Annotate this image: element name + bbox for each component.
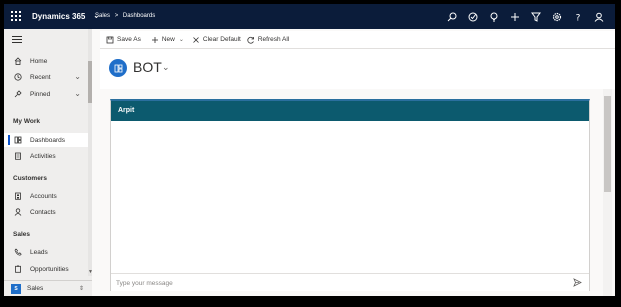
breadcrumb-page[interactable]: Dashboards <box>123 13 155 19</box>
save-as-button[interactable]: Save As <box>106 36 141 44</box>
refresh-all-label: Refresh All <box>257 36 290 43</box>
chevron-down-icon[interactable]: ⌄ <box>74 89 81 98</box>
clear-default-button[interactable]: Clear Default <box>192 36 241 44</box>
sidebar-item-home[interactable]: Home <box>4 54 88 68</box>
user-icon[interactable] <box>592 9 605 24</box>
chevron-down-icon[interactable]: ⌄ <box>179 36 184 43</box>
help-icon[interactable]: ? <box>571 9 584 24</box>
svg-text:?: ? <box>575 13 580 22</box>
pin-icon <box>12 90 24 98</box>
app-name[interactable]: Dynamics 365 <box>32 12 85 21</box>
sidebar-item-activities[interactable]: Activities <box>4 149 88 163</box>
breadcrumb-separator: > <box>114 13 119 19</box>
phone-icon <box>12 248 24 256</box>
sidebar-item-contacts[interactable]: Contacts <box>4 205 88 219</box>
clipboard-icon <box>12 265 24 273</box>
sidebar-item-label: Leads <box>30 248 48 256</box>
refresh-all-button[interactable]: Refresh All <box>247 36 289 44</box>
dashboard-icon <box>12 136 24 144</box>
message-input[interactable] <box>116 277 556 289</box>
save-as-label: Save As <box>117 36 141 43</box>
main-scrollbar-thumb[interactable] <box>604 96 611 192</box>
sidebar-item-dashboards[interactable]: Dashboards <box>4 133 88 147</box>
top-navigation-bar: Dynamics 365 ⌄ Sales > Dashboards ? <box>4 4 615 29</box>
sidebar-item-label: Contacts <box>30 208 56 216</box>
clear-default-label: Clear Default <box>202 36 241 43</box>
hamburger-menu-icon[interactable] <box>12 36 22 44</box>
sidebar-item-label: Activities <box>30 152 56 160</box>
search-icon[interactable] <box>445 9 458 24</box>
home-icon <box>12 57 24 65</box>
settings-icon[interactable] <box>550 9 563 24</box>
command-bar: Save As New ⌄ Clear Default Refresh All <box>100 31 615 49</box>
sidebar-item-label: Pinned <box>30 90 51 98</box>
person-icon <box>12 208 24 216</box>
breadcrumb-area[interactable]: Sales <box>95 13 110 19</box>
app-launcher-icon[interactable] <box>10 10 23 23</box>
sidebar-item-leads[interactable]: Leads <box>4 245 88 259</box>
message-bar <box>111 273 589 291</box>
dashboard-content: Arpit <box>100 89 603 296</box>
dashboard-title[interactable]: BOT <box>133 59 162 75</box>
sidebar-item-label: Accounts <box>30 192 57 200</box>
dashboard-header: BOT ⌄ <box>100 49 615 89</box>
sidebar-item-opportunities[interactable]: Opportunities <box>4 262 88 276</box>
sidebar-item-recent[interactable]: Recent ⌄ <box>4 70 88 84</box>
dynamics-app-window: Dynamics 365 ⌄ Sales > Dashboards ? Home… <box>4 4 615 296</box>
filter-icon[interactable] <box>529 9 542 24</box>
sidebar-item-pinned[interactable]: Pinned ⌄ <box>4 87 88 101</box>
activities-icon <box>12 152 24 160</box>
save-icon <box>106 36 114 43</box>
sidebar-item-label: Opportunities <box>30 265 69 273</box>
breadcrumb: Sales > Dashboards <box>95 13 158 19</box>
building-icon <box>12 192 24 200</box>
sidebar-item-accounts[interactable]: Accounts <box>4 189 88 203</box>
sidebar-scrollbar-thumb[interactable] <box>88 61 92 103</box>
top-toolbar: ? <box>445 9 605 24</box>
new-button[interactable]: New ⌄ <box>151 36 184 44</box>
task-icon[interactable] <box>466 9 479 24</box>
chevron-down-icon[interactable]: ⌄ <box>74 72 81 81</box>
sidebar-section-customers: Customers <box>13 175 47 182</box>
sidebar-item-label: Dashboards <box>30 136 66 144</box>
chat-transcript <box>111 121 589 271</box>
area-label: Sales <box>27 285 44 292</box>
send-icon[interactable] <box>572 277 583 288</box>
sidebar-item-label: Home <box>30 57 48 65</box>
area-badge: S <box>11 283 21 294</box>
up-down-chevron-icon[interactable]: ⇕ <box>79 285 84 292</box>
chat-panel-title: Arpit <box>111 101 589 121</box>
screenshot-frame: Dynamics 365 ⌄ Sales > Dashboards ? Home… <box>0 0 621 307</box>
sidebar-item-label: Recent <box>30 73 51 81</box>
clock-icon <box>12 73 24 81</box>
sidebar-section-my-work: My Work <box>13 118 40 125</box>
refresh-icon <box>247 36 254 44</box>
area-switcher[interactable]: S Sales ⇕ <box>4 280 92 296</box>
dashboard-icon <box>109 59 127 77</box>
sidebar-section-sales: Sales <box>13 231 30 238</box>
plus-icon <box>151 36 158 43</box>
close-icon <box>193 36 199 43</box>
scroll-down-arrow-icon[interactable]: ▼ <box>88 269 93 275</box>
dashboard-selector-chevron-icon[interactable]: ⌄ <box>162 62 170 73</box>
lightbulb-icon[interactable] <box>487 9 500 24</box>
chat-panel: Arpit <box>110 99 590 291</box>
plus-icon[interactable] <box>508 9 521 24</box>
new-label: New <box>161 36 175 43</box>
